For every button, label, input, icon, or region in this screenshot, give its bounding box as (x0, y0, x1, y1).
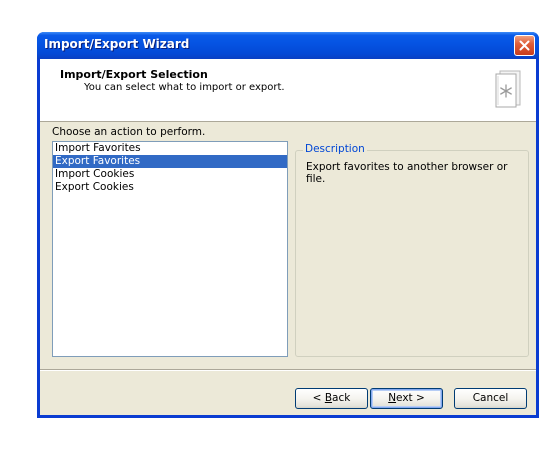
list-item-import-favorites[interactable]: Import Favorites (53, 142, 287, 155)
list-item-import-cookies[interactable]: Import Cookies (53, 168, 287, 181)
wizard-document-icon (495, 70, 521, 108)
header-title: Import/Export Selection (60, 68, 208, 81)
header-subtitle: You can select what to import or export. (84, 82, 285, 93)
back-button[interactable]: < Back (295, 388, 368, 409)
window-title: Import/Export Wizard (44, 37, 190, 51)
choose-action-label: Choose an action to perform. (52, 126, 206, 138)
close-button[interactable] (514, 35, 535, 56)
wizard-header: Import/Export Selection You can select w… (40, 59, 536, 122)
list-item-export-favorites[interactable]: Export Favorites (53, 155, 287, 168)
wizard-window: Import/Export Wizard Import/Export Selec… (37, 32, 539, 418)
window-bottom-border (37, 415, 539, 418)
button-separator (40, 369, 536, 371)
cancel-button[interactable]: Cancel (454, 388, 527, 409)
back-button-suffix: ack (332, 392, 351, 404)
description-text: Export favorites to another browser or f… (306, 161, 508, 185)
list-item-export-cookies[interactable]: Export Cookies (53, 181, 287, 194)
description-label: Description (303, 143, 367, 155)
next-button-suffix: ext > (396, 392, 425, 404)
action-listbox[interactable]: Import Favorites Export Favorites Import… (52, 141, 288, 357)
title-bar[interactable]: Import/Export Wizard (37, 32, 539, 59)
dialog-body: Import/Export Selection You can select w… (40, 59, 536, 415)
back-button-prefix: < (312, 392, 325, 404)
back-button-mnemonic: B (324, 392, 333, 404)
next-button-mnemonic: N (388, 392, 397, 404)
close-icon (519, 40, 530, 51)
next-button[interactable]: Next > (370, 388, 443, 409)
